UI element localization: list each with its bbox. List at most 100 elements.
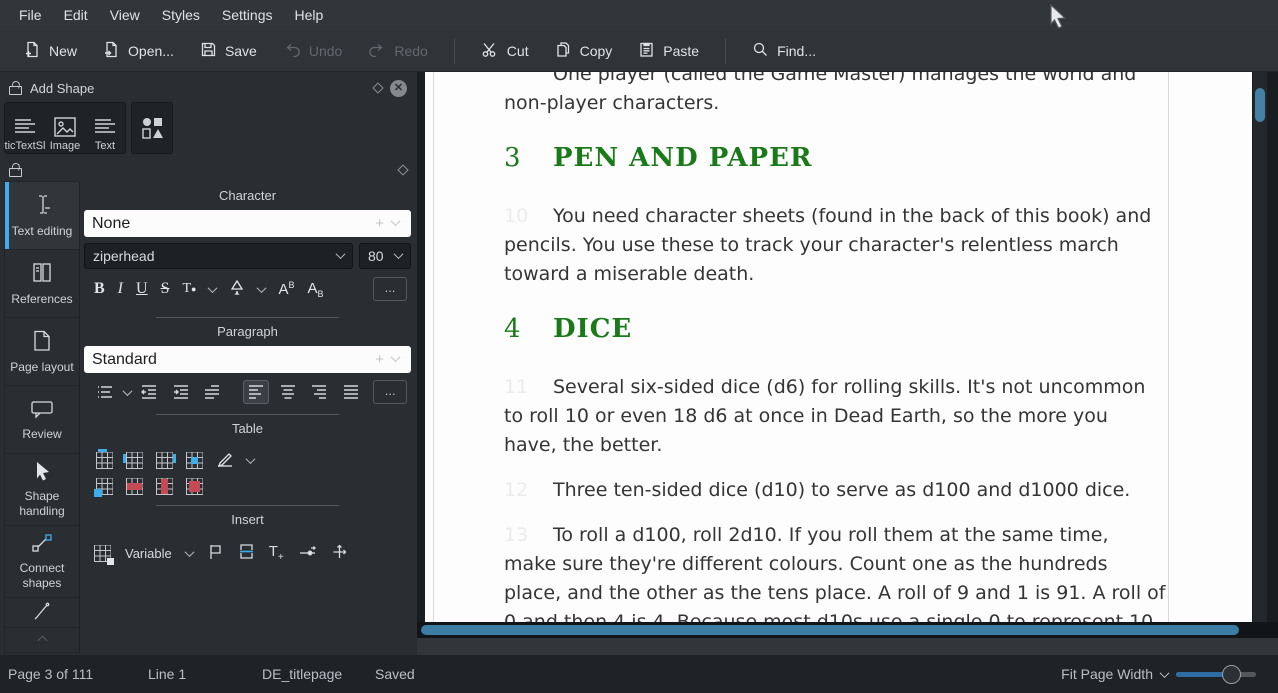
vertical-scrollbar[interactable] xyxy=(1253,72,1267,622)
horizontal-scrollbar-thumb[interactable] xyxy=(421,625,1239,635)
bold-button[interactable]: B xyxy=(94,280,105,298)
paragraph-style-combobox[interactable]: Standard + xyxy=(84,346,411,373)
document-viewport[interactable]: One player (called the Game Master) mana… xyxy=(417,72,1278,638)
insert-column-right-button[interactable] xyxy=(156,452,173,469)
cut-button[interactable]: Cut xyxy=(481,41,529,61)
align-right-button[interactable] xyxy=(306,380,332,404)
decrease-indent-button[interactable] xyxy=(136,380,162,404)
strikethrough-button[interactable]: S xyxy=(161,280,170,298)
tab-scroll-up-button[interactable] xyxy=(4,627,79,653)
menu-edit[interactable]: Edit xyxy=(53,0,99,30)
redo-button[interactable]: Redo xyxy=(368,41,427,61)
save-button[interactable]: Save xyxy=(200,41,257,61)
document-page[interactable]: One player (called the Game Master) mana… xyxy=(425,72,1252,638)
list-style-dropdown[interactable] xyxy=(122,386,132,396)
underline-button[interactable]: U xyxy=(136,280,148,298)
undo-button[interactable]: Undo xyxy=(283,41,342,61)
insert-variable-button[interactable]: Variable xyxy=(125,546,172,561)
font-family-combobox[interactable]: ziperhead xyxy=(84,243,353,269)
paste-button[interactable]: Paste xyxy=(638,41,699,61)
insert-row-above-button[interactable] xyxy=(96,452,113,469)
doc-heading-pen-and-paper[interactable]: 3 PEN AND PAPER xyxy=(504,144,1166,173)
zoom-slider-handle[interactable] xyxy=(1222,665,1241,684)
find-button[interactable]: Find... xyxy=(752,41,816,61)
close-docker-button[interactable]: ✕ xyxy=(390,80,407,97)
list-style-button[interactable] xyxy=(92,380,118,404)
shape-image-button[interactable]: Image xyxy=(45,103,85,153)
float-docker-icon[interactable] xyxy=(397,164,408,175)
add-style-icon[interactable]: + xyxy=(375,351,384,368)
text-color-dropdown[interactable] xyxy=(208,283,218,293)
delete-column-button[interactable] xyxy=(156,478,173,495)
menu-styles[interactable]: Styles xyxy=(151,0,211,30)
merge-cells-button[interactable] xyxy=(186,452,203,469)
tab-freehand-path[interactable] xyxy=(4,597,79,628)
insert-line-button[interactable] xyxy=(298,545,317,562)
zoom-mode-label[interactable]: Fit Page Width xyxy=(1061,666,1153,682)
float-docker-icon[interactable] xyxy=(372,82,383,93)
tab-references[interactable]: References xyxy=(4,249,79,318)
align-center-button[interactable] xyxy=(275,380,301,404)
align-left-button[interactable] xyxy=(243,380,269,404)
character-more-options-button[interactable]: ... xyxy=(373,277,407,301)
delete-row-button[interactable] xyxy=(126,478,143,495)
tab-page-layout[interactable]: Page layout xyxy=(4,317,79,386)
shape-collection-button[interactable] xyxy=(131,102,173,154)
highlight-color-dropdown[interactable] xyxy=(257,283,267,293)
shape-text-button[interactable]: Text xyxy=(85,103,125,153)
tab-review[interactable]: Review xyxy=(4,385,79,454)
split-cells-button[interactable] xyxy=(96,478,113,495)
lock-icon[interactable] xyxy=(8,163,22,177)
vertical-scrollbar-thumb[interactable] xyxy=(1255,88,1265,122)
subscript-button[interactable]: AB xyxy=(308,280,324,299)
zoom-mode-dropdown[interactable] xyxy=(1160,668,1170,678)
zoom-slider[interactable] xyxy=(1176,672,1256,677)
variable-dropdown[interactable] xyxy=(184,547,194,557)
menu-help[interactable]: Help xyxy=(284,0,335,30)
horizontal-scrollbar[interactable] xyxy=(417,622,1278,638)
insert-bookmark-button[interactable] xyxy=(207,543,224,563)
tab-connect-shapes[interactable]: Connect shapes xyxy=(4,525,79,598)
edit-table-button[interactable] xyxy=(216,451,234,470)
page-indicator[interactable]: Page 3 of 111 xyxy=(8,666,93,682)
doc-paragraph[interactable]: 11Several six-sided dice (d6) for rollin… xyxy=(504,373,1166,460)
doc-paragraph[interactable]: 13To roll a d100, roll 2d10. If you roll… xyxy=(504,521,1166,638)
insert-text-button[interactable]: T+ xyxy=(269,543,284,563)
align-justify-button[interactable] xyxy=(338,380,364,404)
tool-options-header xyxy=(2,158,413,182)
character-style-combobox[interactable]: None + xyxy=(84,210,411,237)
tab-text-editing[interactable]: Text editing xyxy=(4,181,79,250)
text-color-button[interactable]: T● xyxy=(182,281,196,297)
document-text[interactable]: One player (called the Game Master) mana… xyxy=(504,72,1166,638)
first-line-indent-button[interactable] xyxy=(200,380,226,404)
lock-icon[interactable] xyxy=(8,81,22,95)
delete-table-button[interactable] xyxy=(186,478,203,495)
paragraph-more-options-button[interactable]: ... xyxy=(373,380,406,404)
highlight-color-button[interactable] xyxy=(229,280,245,299)
application-window: File Edit View Styles Settings Help New … xyxy=(0,0,1278,693)
add-style-icon[interactable]: + xyxy=(375,215,384,232)
insert-shape-anchor-button[interactable] xyxy=(331,544,348,563)
superscript-button[interactable]: AB xyxy=(278,280,294,298)
insert-page-break-button[interactable] xyxy=(238,543,255,563)
left-dock: Add Shape ✕ ticTextSl Image xyxy=(0,72,417,655)
menu-view[interactable]: View xyxy=(99,0,151,30)
table-options-dropdown[interactable] xyxy=(246,454,256,464)
new-button[interactable]: New xyxy=(24,41,77,61)
tab-shape-handling[interactable]: Shape handling xyxy=(4,453,79,526)
shape-static-text-button[interactable]: ticTextSl xyxy=(5,103,45,153)
doc-paragraph[interactable]: 10You need character sheets (found in th… xyxy=(504,202,1166,289)
increase-indent-button[interactable] xyxy=(168,380,194,404)
doc-paragraph[interactable]: 12Three ten-sided dice (d10) to serve as… xyxy=(504,476,1166,505)
doc-paragraph[interactable]: One player (called the Game Master) mana… xyxy=(504,72,1166,118)
copy-button[interactable]: Copy xyxy=(555,41,613,61)
doc-heading-dice[interactable]: 4 DICE xyxy=(504,315,1166,344)
menu-settings[interactable]: Settings xyxy=(211,0,284,30)
insert-table-button[interactable] xyxy=(94,545,111,562)
insert-column-left-button[interactable] xyxy=(126,452,143,469)
menu-file[interactable]: File xyxy=(8,0,53,30)
style-indicator[interactable]: DE_titlepage xyxy=(262,666,342,682)
italic-button[interactable]: I xyxy=(118,280,123,298)
open-button[interactable]: Open... xyxy=(103,41,174,61)
font-size-combobox[interactable]: 80 xyxy=(359,243,411,269)
